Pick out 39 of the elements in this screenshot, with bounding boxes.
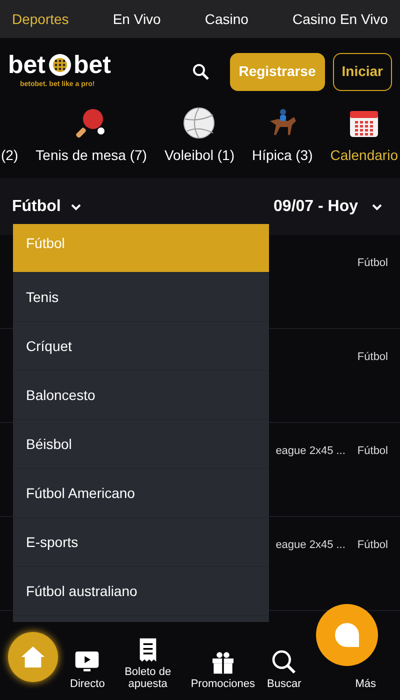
- volleyball-icon: [183, 107, 216, 139]
- logo-text: bet: [8, 52, 46, 78]
- dropdown-option[interactable]: Baloncesto: [13, 371, 269, 420]
- dropdown-option[interactable]: Béisbol: [13, 420, 269, 469]
- top-tab[interactable]: Casino En Vivo: [292, 8, 388, 30]
- sport-name: Fútbol: [357, 256, 388, 271]
- login-button[interactable]: Iniciar: [332, 52, 392, 90]
- league-name: eague 2x45 ...: [276, 444, 346, 459]
- top-tab[interactable]: Casino: [204, 8, 248, 30]
- dropdown-option[interactable]: Fútbol Americano: [13, 469, 269, 518]
- league-name: eague 2x45 ...: [276, 538, 346, 553]
- sport-tab[interactable]: Tenis de mesa (7): [36, 107, 147, 166]
- sport-name: Fútbol: [357, 444, 388, 459]
- dropdown-option[interactable]: Críquet: [13, 322, 269, 371]
- paddle-icon: [75, 107, 108, 139]
- sport-tab[interactable]: Calendario: [330, 107, 398, 166]
- ball-logo-icon: [48, 53, 72, 78]
- sport-name: Fútbol: [357, 538, 388, 553]
- sport-tab[interactable]: (2): [1, 145, 18, 166]
- nav-item[interactable]: Directo: [70, 648, 105, 690]
- nav-item[interactable]: Boleto de apuesta: [116, 636, 179, 690]
- sport-name: Fútbol: [357, 350, 388, 365]
- top-tab[interactable]: Deportes: [12, 8, 69, 30]
- dropdown-option[interactable]: Fútbol australiano: [13, 567, 269, 616]
- logo-text: bet: [74, 52, 111, 78]
- nav-item[interactable]: Más: [355, 678, 376, 690]
- home-button[interactable]: [8, 632, 58, 682]
- search-icon[interactable]: [192, 62, 210, 80]
- chat-bubble-icon: [334, 622, 360, 648]
- nav-item[interactable]: Buscar: [267, 648, 302, 690]
- dropdown-option[interactable]: E-sports: [13, 518, 269, 567]
- sport-tab[interactable]: Voleibol (1): [164, 107, 235, 166]
- dropdown-option[interactable]: Tenis: [13, 273, 269, 322]
- top-tab[interactable]: En Vivo: [112, 8, 161, 30]
- sport-filter-dropdown[interactable]: Fútbol: [12, 194, 83, 218]
- date-filter-dropdown[interactable]: 09/07 - Hoy: [274, 194, 384, 218]
- search-icon: [270, 648, 298, 676]
- sport-tab[interactable]: Hípica (3): [252, 107, 313, 166]
- nav-item[interactable]: Promociones: [190, 648, 256, 690]
